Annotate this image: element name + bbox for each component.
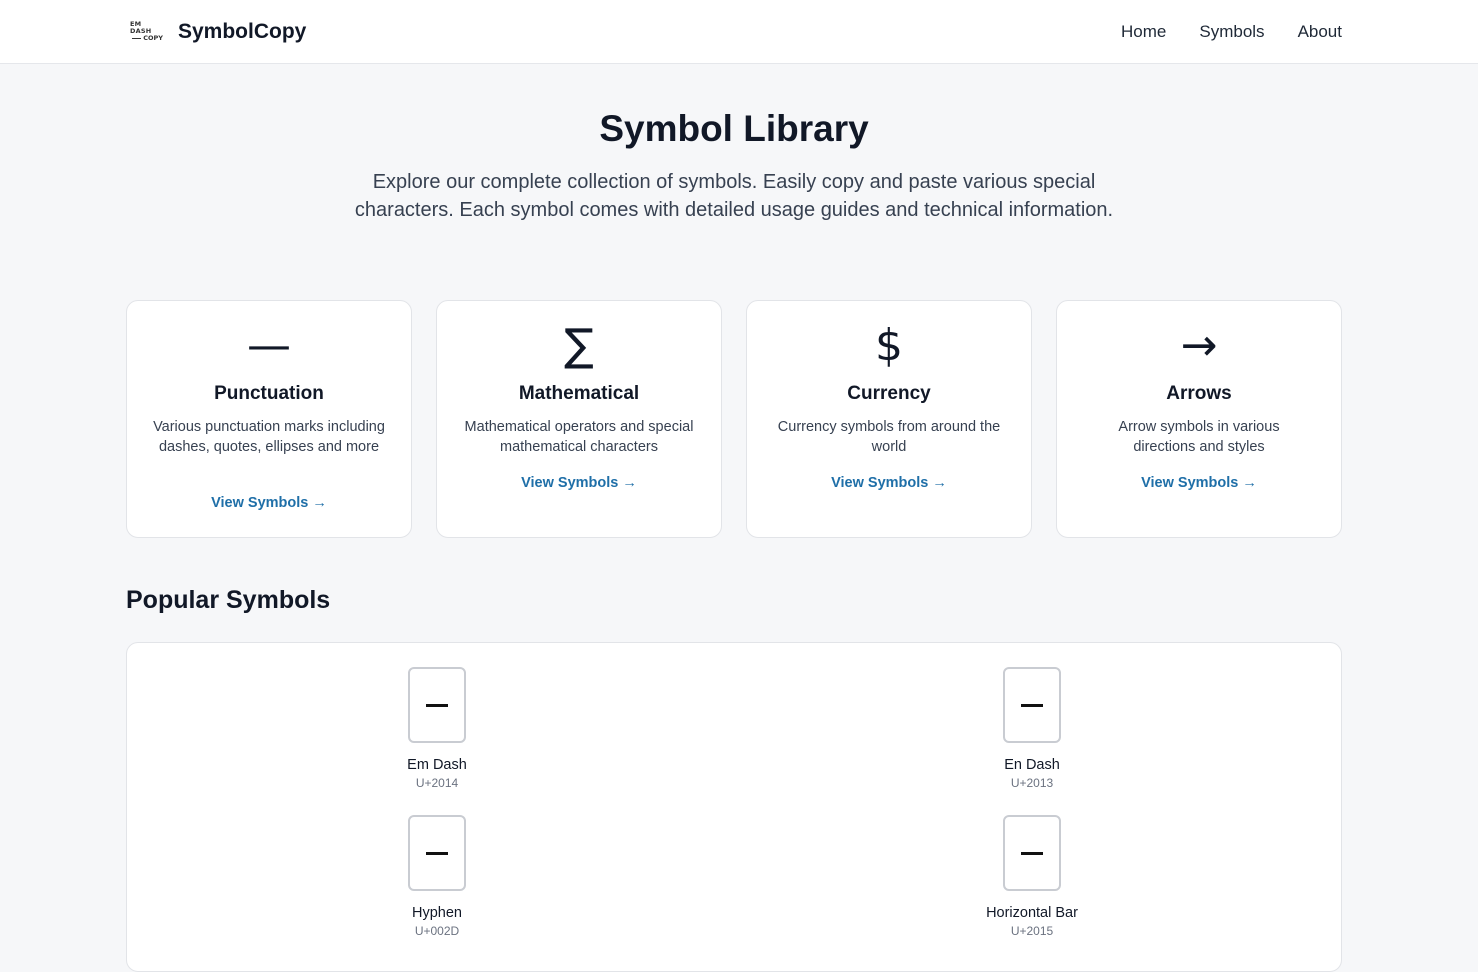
nav-symbols[interactable]: Symbols xyxy=(1199,22,1264,42)
category-card-arrows[interactable]: → Arrows Arrow symbols in various direct… xyxy=(1056,300,1342,538)
dash-icon xyxy=(1021,703,1043,707)
category-card-punctuation[interactable]: — Punctuation Various punctuation marks … xyxy=(126,300,412,538)
copy-symbol-button[interactable] xyxy=(1003,667,1061,743)
view-symbols-link[interactable]: View Symbols → xyxy=(127,495,411,511)
category-title: Arrows xyxy=(1166,383,1232,404)
view-symbols-link[interactable]: View Symbols → xyxy=(747,475,1031,491)
view-symbols-link[interactable]: View Symbols → xyxy=(1057,475,1341,491)
category-title: Mathematical xyxy=(518,383,640,404)
dollar-icon: $ xyxy=(875,320,903,371)
nav-about[interactable]: About xyxy=(1298,22,1342,42)
main-nav: Home Symbols About xyxy=(1121,0,1342,63)
category-card-currency[interactable]: $ Currency Currency symbols from around … xyxy=(746,300,1032,538)
category-title: Punctuation xyxy=(214,383,324,404)
brand[interactable]: EM DASH COPY SymbolCopy xyxy=(130,0,306,63)
symbol-name: Em Dash xyxy=(407,757,467,773)
popular-symbol-hyphen[interactable]: Hyphen U+002D xyxy=(357,815,517,938)
symbol-name: Hyphen xyxy=(412,905,462,921)
symbol-name: Horizontal Bar xyxy=(986,905,1078,921)
dash-icon xyxy=(426,703,448,707)
page-title: Symbol Library xyxy=(599,108,869,149)
popular-symbols-panel: Em Dash U+2014 En Dash U+2013 Hyphen U+0… xyxy=(126,642,1342,972)
copy-symbol-button[interactable] xyxy=(408,667,466,743)
symbol-code: U+2015 xyxy=(1010,924,1054,938)
symbol-code: U+2014 xyxy=(415,776,459,790)
popular-symbol-horizontal-bar[interactable]: Horizontal Bar U+2015 xyxy=(952,815,1112,938)
logo-icon: EM DASH COPY xyxy=(130,20,163,42)
category-description: Mathematical operators and special mathe… xyxy=(464,419,694,455)
category-description: Arrow symbols in various directions and … xyxy=(1118,419,1280,455)
right-arrow-icon: → xyxy=(1180,320,1218,371)
copy-symbol-button[interactable] xyxy=(408,815,466,891)
dash-icon xyxy=(426,851,448,855)
section-title: Popular Symbols xyxy=(126,586,331,614)
symbol-name: En Dash xyxy=(1004,757,1060,773)
em-dash-icon: — xyxy=(247,320,291,371)
symbol-code: U+002D xyxy=(414,924,460,938)
view-symbols-link[interactable]: View Symbols → xyxy=(437,475,721,491)
popular-symbol-en-dash[interactable]: En Dash U+2013 xyxy=(952,667,1112,790)
page-subtitle: Explore our complete collection of symbo… xyxy=(354,171,1114,221)
copy-symbol-button[interactable] xyxy=(1003,815,1061,891)
dash-icon xyxy=(1021,851,1043,855)
category-card-mathematical[interactable]: ∑ Mathematical Mathematical operators an… xyxy=(436,300,722,538)
symbol-code: U+2013 xyxy=(1010,776,1054,790)
category-description: Currency symbols from around the world xyxy=(777,419,1001,455)
category-title: Currency xyxy=(847,383,931,404)
top-navbar: EM DASH COPY SymbolCopy Home Symbols Abo… xyxy=(0,0,1478,64)
category-description: Various punctuation marks including dash… xyxy=(153,419,385,455)
popular-symbol-em-dash[interactable]: Em Dash U+2014 xyxy=(357,667,517,790)
sigma-icon: ∑ xyxy=(564,320,594,371)
nav-home[interactable]: Home xyxy=(1121,22,1166,42)
brand-name[interactable]: SymbolCopy xyxy=(178,20,306,44)
